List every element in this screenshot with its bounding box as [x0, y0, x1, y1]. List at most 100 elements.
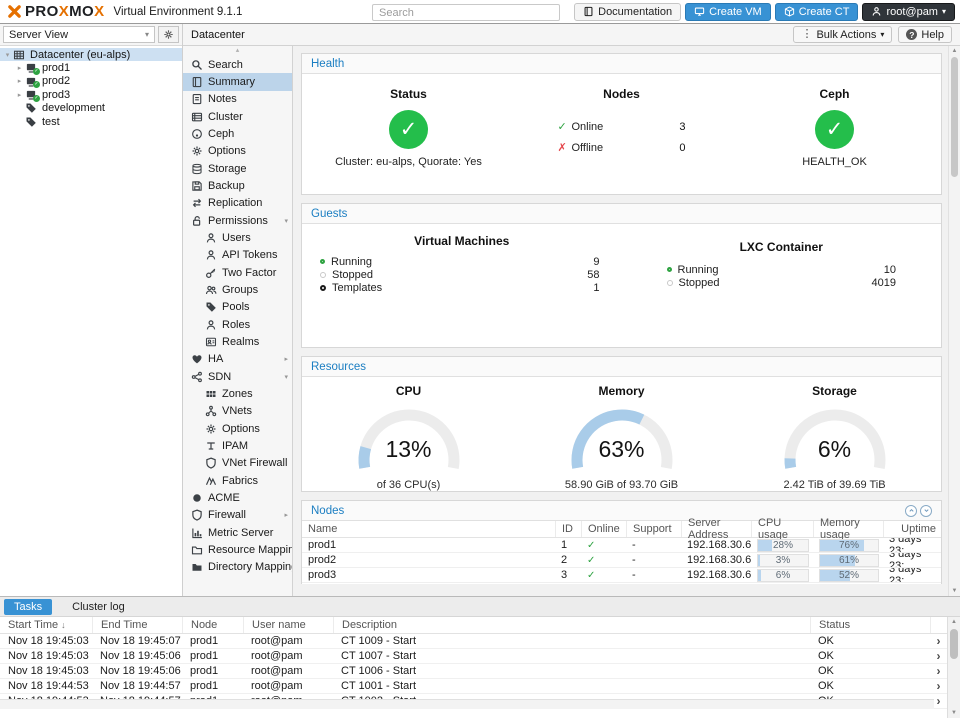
top-bar: PROXMOX Virtual Environment 9.1.1 Docume…: [0, 0, 960, 24]
column-header[interactable]: CPU usage: [751, 521, 813, 537]
scroll-up-icon[interactable]: ▲: [949, 46, 960, 56]
nav-item[interactable]: Replication: [183, 195, 292, 212]
nav-item[interactable]: Pools: [183, 299, 292, 316]
tree-item[interactable]: ▸ ✓ prod2: [0, 75, 182, 88]
tree-item[interactable]: development: [0, 102, 182, 115]
column-header[interactable]: Name: [302, 521, 555, 537]
nav-item[interactable]: VNets: [183, 403, 292, 420]
guest-status-label: Stopped: [332, 269, 373, 281]
nav-item[interactable]: API Tokens: [183, 247, 292, 264]
nav-item[interactable]: Two Factor: [183, 264, 292, 281]
help-button[interactable]: ? Help: [898, 26, 952, 43]
node-row[interactable]: prod1 1 ✓ - 192.168.30.64 28% 76%: [302, 538, 941, 553]
column-header[interactable]: Status: [810, 617, 930, 633]
documentation-button[interactable]: Documentation: [574, 3, 681, 21]
tree-item[interactable]: ▾ Datacenter (eu-alps): [0, 48, 182, 61]
version-text: Virtual Environment 9.1.1: [114, 6, 243, 18]
nav-item[interactable]: ACME: [183, 489, 292, 506]
scrollbar-thumb[interactable]: [951, 57, 958, 177]
view-selector[interactable]: Server View ▾: [3, 26, 155, 43]
nav-item[interactable]: Realms: [183, 333, 292, 350]
global-search-input[interactable]: [372, 4, 560, 21]
chevron-right-icon[interactable]: ›: [937, 694, 941, 708]
nav-item[interactable]: Notes: [183, 91, 292, 108]
scroll-down-icon[interactable]: ▼: [948, 708, 960, 718]
nav-item[interactable]: Backup: [183, 177, 292, 194]
node-row[interactable]: prod2 2 ✓ - 192.168.30.65 3% 61%: [302, 553, 941, 568]
status-dot-icon: [667, 267, 672, 272]
task-row[interactable]: Nov 18 19:45:03 Nov 18 19:45:06 prod1 ro…: [0, 664, 947, 679]
column-header[interactable]: End Time: [92, 617, 182, 633]
tree-item[interactable]: test: [0, 115, 182, 128]
nodes-panel: Nodes Name ID Online Support Server Addr…: [301, 500, 942, 584]
expander-icon[interactable]: ▾: [2, 51, 13, 59]
nav-item[interactable]: Summary: [183, 73, 292, 90]
heart-icon: [191, 353, 203, 365]
online-label: Online: [572, 121, 604, 133]
expander-icon[interactable]: ▸: [14, 77, 25, 85]
collapse-up-button[interactable]: [905, 505, 917, 517]
column-header[interactable]: Memory usage: [813, 521, 883, 537]
column-header[interactable]: Online: [581, 521, 626, 537]
tab[interactable]: Cluster log: [62, 599, 135, 615]
create-ct-button[interactable]: Create CT: [775, 3, 859, 21]
task-status: OK: [810, 649, 930, 663]
column-header[interactable]: ID: [555, 521, 581, 537]
scroll-up-hint-icon[interactable]: ▴: [183, 46, 292, 56]
chevron-right-icon[interactable]: ›: [937, 679, 941, 693]
task-row[interactable]: Nov 18 19:45:03 Nov 18 19:45:07 prod1 ro…: [0, 634, 947, 649]
nav-item[interactable]: Storage: [183, 160, 292, 177]
column-header[interactable]: Description: [333, 617, 810, 633]
task-row[interactable]: Nov 18 19:44:53 Nov 18 19:44:57 prod1 ro…: [0, 679, 947, 694]
nav-item[interactable]: Users: [183, 229, 292, 246]
tab[interactable]: Tasks: [4, 599, 52, 615]
nav-item[interactable]: Options: [183, 420, 292, 437]
node-row[interactable]: prod3 3 ✓ - 192.168.30.66 6% 52%: [302, 568, 941, 583]
nav-item[interactable]: Firewall ▸: [183, 507, 292, 524]
collapse-down-button[interactable]: [920, 505, 932, 517]
chevron-right-icon[interactable]: ›: [937, 649, 941, 663]
chevron-right-icon[interactable]: ›: [937, 634, 941, 648]
nav-item[interactable]: HA ▸: [183, 351, 292, 368]
column-header[interactable]: Node: [182, 617, 243, 633]
column-header[interactable]: User name: [243, 617, 333, 633]
tree-item[interactable]: ▸ ✓ prod3: [0, 88, 182, 101]
nav-item[interactable]: Permissions ▾: [183, 212, 292, 229]
column-header[interactable]: Server Address: [681, 521, 751, 537]
column-header[interactable]: Start Time↓: [0, 617, 92, 633]
create-vm-button[interactable]: Create VM: [685, 3, 771, 21]
scroll-down-icon[interactable]: ▼: [949, 586, 960, 596]
expander-icon[interactable]: ▸: [14, 91, 25, 99]
scroll-up-icon[interactable]: ▲: [948, 617, 960, 627]
nav-item[interactable]: IPAM: [183, 437, 292, 454]
task-row[interactable]: Nov 18 19:45:03 Nov 18 19:45:06 prod1 ro…: [0, 649, 947, 664]
realm-icon: [205, 336, 217, 348]
nav-item[interactable]: Search: [183, 56, 292, 73]
tree-settings-button[interactable]: [158, 26, 179, 43]
node-uptime: 3 days 23:...: [883, 553, 941, 567]
nav-item-label: Storage: [208, 163, 247, 175]
nav-item[interactable]: Resource Mappings: [183, 541, 292, 558]
nav-item[interactable]: Fabrics: [183, 472, 292, 489]
content-scrollbar[interactable]: ▲ ▼: [948, 46, 960, 596]
nav-item[interactable]: VNet Firewall: [183, 455, 292, 472]
nav-item[interactable]: Metric Server: [183, 524, 292, 541]
nav-item[interactable]: Groups: [183, 281, 292, 298]
column-header[interactable]: Uptime: [883, 521, 941, 537]
nav-item[interactable]: Directory Mappings: [183, 559, 292, 576]
nav-item[interactable]: Options: [183, 143, 292, 160]
chevron-up-icon: [908, 507, 915, 514]
chevron-right-icon[interactable]: ›: [937, 664, 941, 678]
scrollbar-thumb[interactable]: [950, 629, 958, 659]
nav-item[interactable]: Roles: [183, 316, 292, 333]
nav-item[interactable]: Cluster: [183, 108, 292, 125]
nav-item[interactable]: Zones: [183, 385, 292, 402]
tasks-scrollbar[interactable]: ▲ ▼: [947, 617, 960, 718]
bulk-actions-button[interactable]: ⋮ Bulk Actions ▾: [793, 26, 892, 43]
nav-item[interactable]: SDN ▾: [183, 368, 292, 385]
nav-item[interactable]: Ceph: [183, 125, 292, 142]
tree-item[interactable]: ▸ ✓ prod1: [0, 61, 182, 74]
user-menu-button[interactable]: root@pam ▾: [862, 3, 955, 21]
expander-icon[interactable]: ▸: [14, 64, 25, 72]
column-header[interactable]: Support: [626, 521, 681, 537]
